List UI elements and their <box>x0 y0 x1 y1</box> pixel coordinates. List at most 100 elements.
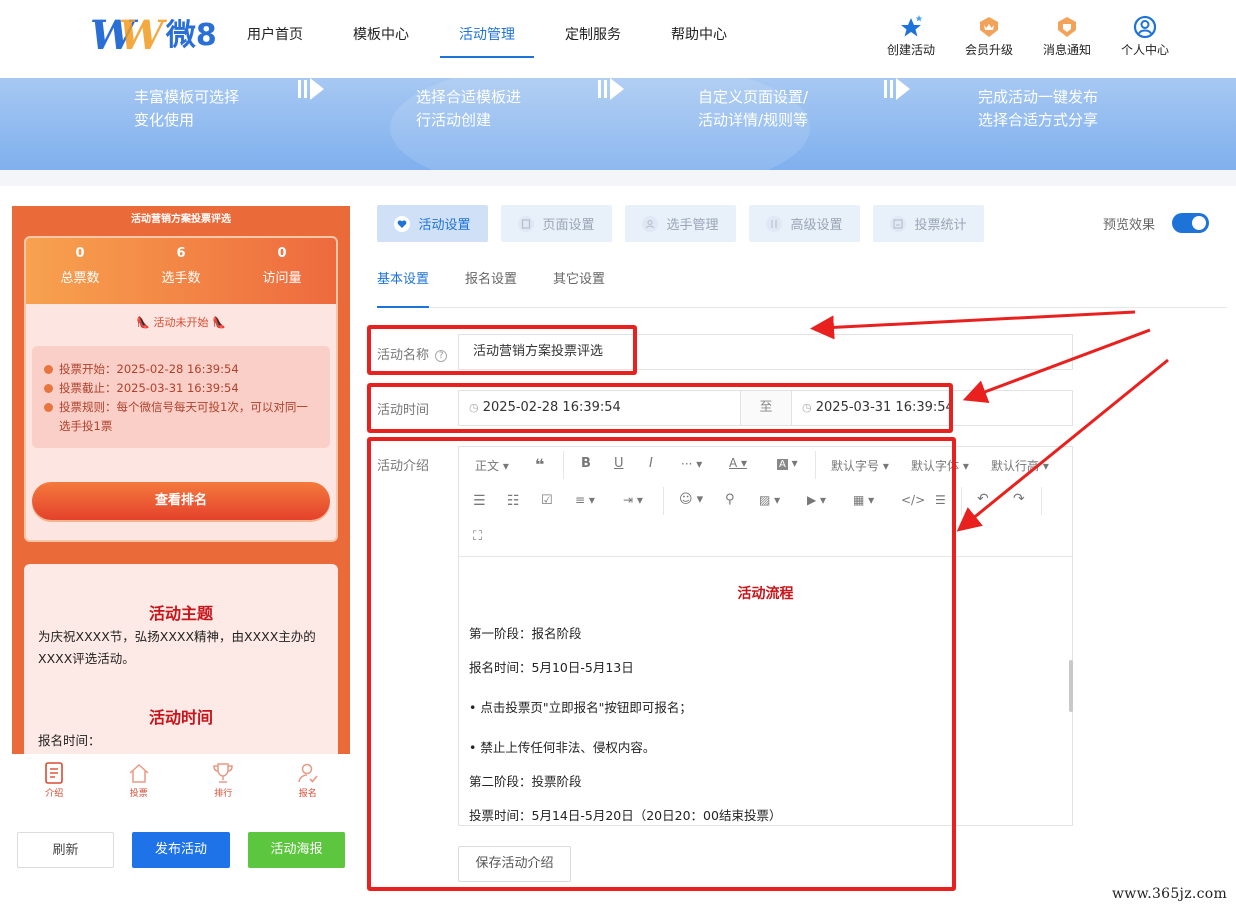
italic-icon[interactable]: I <box>649 456 653 471</box>
divider-icon[interactable]: ☰ <box>935 493 946 507</box>
message-notice-button[interactable]: 消息通知 <box>1028 14 1106 58</box>
theme-heading: 活动主题 <box>148 604 213 623</box>
bullet-icon <box>44 384 53 393</box>
activity-name-input[interactable]: 活动营销方案投票评选 <box>458 334 1073 370</box>
logo[interactable]: WW 微8 <box>90 14 217 58</box>
paragraph-style-select[interactable]: 正文 ▾ <box>475 457 509 474</box>
page-icon <box>518 215 535 232</box>
quote-icon[interactable]: ❝ <box>535 455 544 474</box>
arrow-right-icon <box>884 78 912 110</box>
editor-content[interactable]: 活动流程 第一阶段：报名阶段 报名时间：5月10日-5月13日 • 点击投票页"… <box>459 557 1072 825</box>
bold-icon[interactable]: B <box>581 456 591 471</box>
emoji-icon[interactable]: ☺ ▾ <box>679 492 703 507</box>
tab-page-settings[interactable]: 页面设置 <box>501 205 612 242</box>
banner-step-3: 自定义页面设置/ 活动详情/规则等 <box>698 88 809 129</box>
settings-tabs: 活动设置 页面设置 选手管理 高级设置 投票统计 <box>377 205 997 242</box>
arrow-right-icon <box>298 78 326 110</box>
stat-visits: 0 访问量 <box>262 246 302 286</box>
time-text: 报名时间： <box>38 733 101 748</box>
font-size-select[interactable]: 默认字号 ▾ <box>831 457 889 474</box>
stat-contestants: 6 选手数 <box>161 246 201 286</box>
content-paragraph: 报名时间：5月10日-5月13日 <box>469 660 634 675</box>
video-icon[interactable]: ▶ ▾ <box>807 493 826 507</box>
editor-toolbar: 正文 ▾ ❝ B U I ··· ▾ A ▾ A ▾ 默认字号 ▾ 默认字体 ▾… <box>459 447 1072 557</box>
banner-step-4: 完成活动一键发布 选择合适方式分享 <box>978 88 1099 129</box>
logo-text: 微8 <box>165 18 217 53</box>
tab-advanced-settings[interactable]: 高级设置 <box>749 205 860 242</box>
save-intro-button[interactable]: 保存活动介绍 <box>458 846 571 882</box>
user-circle-icon <box>1106 14 1184 40</box>
profile-button[interactable]: 个人中心 <box>1106 14 1184 58</box>
nav-home[interactable]: 用户首页 <box>222 0 328 60</box>
numbered-list-icon[interactable]: ☷ <box>507 493 520 509</box>
content-paragraph: 第二阶段：投票阶段 <box>469 774 582 789</box>
fullscreen-icon[interactable]: ⛶ <box>473 529 482 544</box>
more-icon[interactable]: ··· ▾ <box>681 457 702 471</box>
help-icon[interactable]: ? <box>435 349 448 362</box>
mobile-preview: 活动营销方案投票评选 0 总票数 6 选手数 0 访问量 👠 活动未开始 👠 投… <box>12 206 350 754</box>
underline-icon[interactable]: U <box>614 456 624 471</box>
document-icon <box>12 760 97 786</box>
view-ranking-button[interactable]: 查看排名 <box>32 482 330 520</box>
member-upgrade-button[interactable]: 会员升级 <box>950 14 1028 58</box>
publish-activity-button[interactable]: 发布活动 <box>132 832 230 868</box>
time-heading: 活动时间 <box>148 708 213 727</box>
signup-user-icon <box>266 760 351 786</box>
preview-effect-toggle[interactable] <box>1172 213 1209 233</box>
intro-card: 活动主题 为庆祝XXXX节，弘扬XXXX精神，由XXXX主办的XXXX评选活动。… <box>24 564 338 754</box>
nav-activity-manage[interactable]: 活动管理 <box>434 0 540 60</box>
activity-name-label: 活动名称 ? <box>377 344 448 363</box>
shoe-left-icon: 👠 <box>136 316 150 329</box>
image-icon[interactable]: ▨ ▾ <box>759 493 780 507</box>
tab-activity-settings[interactable]: 活动设置 <box>377 205 488 242</box>
bullet-icon <box>44 403 53 412</box>
table-icon[interactable]: ▦ ▾ <box>853 493 874 507</box>
subtab-other[interactable]: 其它设置 <box>553 264 605 307</box>
activity-poster-button[interactable]: 活动海报 <box>248 832 345 868</box>
activity-time-label: 活动时间 <box>377 403 430 418</box>
rich-text-editor: 正文 ▾ ❝ B U I ··· ▾ A ▾ A ▾ 默认字号 ▾ 默认字体 ▾… <box>458 446 1073 826</box>
nav-custom-service[interactable]: 定制服务 <box>540 0 646 60</box>
subtab-signup[interactable]: 报名设置 <box>465 264 517 307</box>
line-height-select[interactable]: 默认行高 ▾ <box>991 457 1071 474</box>
end-time-input[interactable]: ◷ 2025-03-31 16:39:54 <box>791 390 1073 426</box>
preview-tab-signup[interactable]: 报名 <box>266 754 351 806</box>
align-icon[interactable]: ≡ ▾ <box>575 493 595 507</box>
preview-tab-rank[interactable]: 排行 <box>181 754 266 806</box>
code-icon[interactable]: </> <box>901 493 925 507</box>
redo-icon[interactable]: ↷ <box>1013 491 1025 507</box>
font-color-icon[interactable]: A ▾ <box>729 456 747 470</box>
preview-tab-vote[interactable]: 投票 <box>97 754 182 806</box>
user-icon <box>642 215 659 232</box>
font-family-select[interactable]: 默认字体 ▾ <box>911 457 969 474</box>
start-time-input[interactable]: ◷ 2025-02-28 16:39:54 <box>458 390 741 426</box>
tab-vote-stats[interactable]: 投票统计 <box>873 205 984 242</box>
content-paragraph: • 禁止上传任何非法、侵权内容。 <box>469 740 656 755</box>
activity-status: 👠 活动未开始 👠 <box>136 316 226 329</box>
link-icon[interactable]: ⚲ <box>725 492 735 507</box>
tab-contestant-manage[interactable]: 选手管理 <box>625 205 736 242</box>
nav-help[interactable]: 帮助中心 <box>646 0 752 60</box>
section-divider <box>0 170 1236 186</box>
crown-badge-icon <box>950 14 1028 40</box>
trophy-icon <box>181 760 266 786</box>
indent-icon[interactable]: ⇥ ▾ <box>623 493 643 507</box>
create-activity-button[interactable]: 创建活动 <box>872 14 950 58</box>
annotation-arrow <box>810 310 1136 340</box>
main-nav: 用户首页 模板中心 活动管理 定制服务 帮助中心 <box>222 0 752 60</box>
editor-scrollbar[interactable] <box>1069 660 1073 712</box>
banner-step-2: 选择合适模板进 行活动创建 <box>416 88 522 129</box>
watermark: www.365jz.com <box>1112 886 1228 902</box>
nav-templates[interactable]: 模板中心 <box>328 0 434 60</box>
bullet-icon <box>44 365 53 374</box>
preview-tab-intro[interactable]: 介绍 <box>12 754 97 806</box>
shoe-right-icon: 👠 <box>212 316 226 329</box>
checklist-icon[interactable]: ☑ <box>541 493 553 508</box>
notice-badge-icon <box>1028 14 1106 40</box>
bullet-list-icon[interactable]: ☰ <box>473 493 486 509</box>
vote-rule-row: 投票规则：每个微信号每天可投1次，可以对同一选手投1票 <box>44 398 318 436</box>
bg-color-icon[interactable]: A ▾ <box>777 456 798 470</box>
subtab-basic[interactable]: 基本设置 <box>377 264 430 308</box>
undo-icon[interactable]: ↶ <box>977 491 989 507</box>
refresh-button[interactable]: 刷新 <box>17 832 114 868</box>
